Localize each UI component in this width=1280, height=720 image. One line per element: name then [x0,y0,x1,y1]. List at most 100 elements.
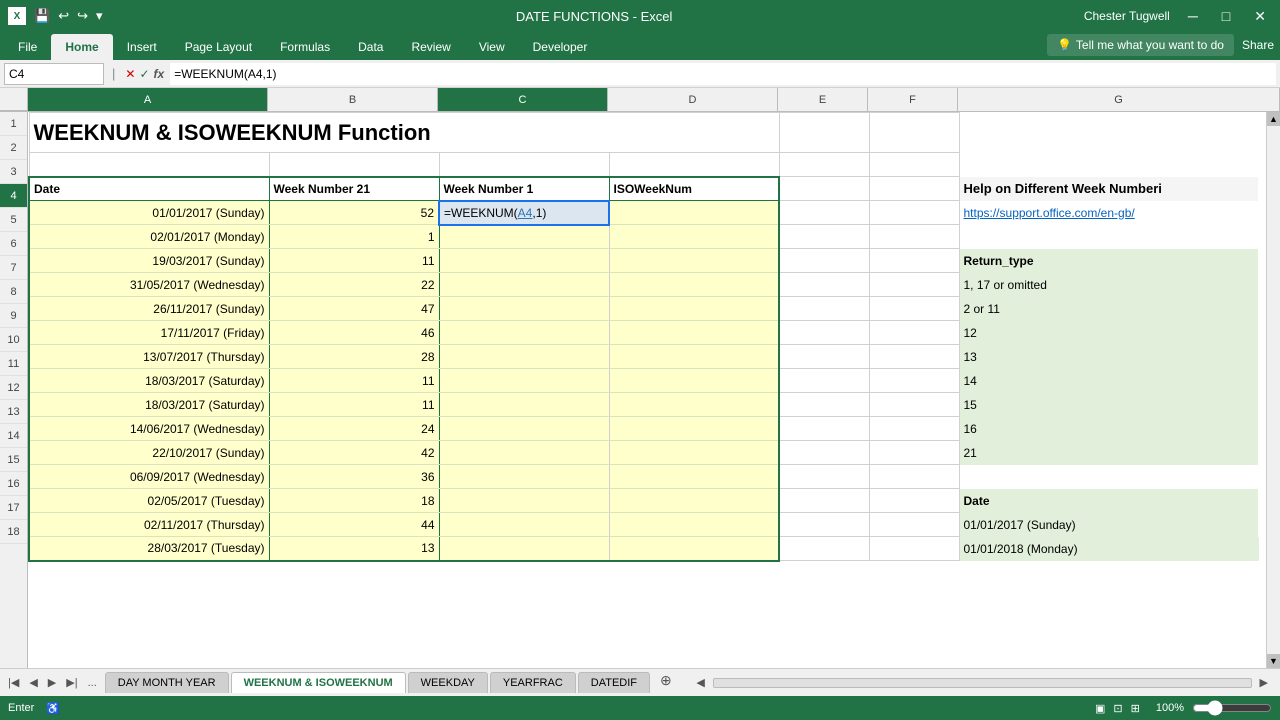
cell-E8[interactable] [779,297,869,321]
cell-G4[interactable]: https://support.office.com/en-gb/ [959,201,1259,225]
cell-A10[interactable]: 13/07/2017 (Thursday) [29,345,269,369]
cell-E6[interactable] [779,249,869,273]
tab-developer[interactable]: Developer [519,34,602,60]
cell-F18[interactable] [869,537,959,561]
cell-D16[interactable] [609,489,779,513]
row-num-13[interactable]: 13 [0,400,27,424]
cell-A13[interactable]: 14/06/2017 (Wednesday) [29,417,269,441]
tab-page-layout[interactable]: Page Layout [171,34,266,60]
cell-E2[interactable] [779,153,869,177]
cell-B3[interactable]: Week Number 21 [269,177,439,201]
cell-D11[interactable] [609,369,779,393]
cell-B2[interactable] [269,153,439,177]
cell-C7[interactable] [439,273,609,297]
cell-C12[interactable] [439,393,609,417]
cell-A17[interactable]: 02/11/2017 (Thursday) [29,513,269,537]
row-num-16[interactable]: 16 [0,472,27,496]
row-num-8[interactable]: 8 [0,280,27,304]
tab-review[interactable]: Review [397,34,464,60]
cell-E15[interactable] [779,465,869,489]
row-num-7[interactable]: 7 [0,256,27,280]
sheet-tab-weeknum[interactable]: WEEKNUM & ISOWEEKNUM [231,672,406,693]
cell-F10[interactable] [869,345,959,369]
cell-C6[interactable] [439,249,609,273]
cell-D13[interactable] [609,417,779,441]
cell-G13[interactable]: 16 [959,417,1259,441]
tab-data[interactable]: Data [344,34,397,60]
cell-G8[interactable]: 2 or 11 [959,297,1259,321]
row-num-5[interactable]: 5 [0,208,27,232]
tell-me-input[interactable]: 💡 Tell me what you want to do [1047,34,1234,56]
cell-D2[interactable] [609,153,779,177]
cell-G5[interactable] [959,225,1259,249]
cell-C2[interactable] [439,153,609,177]
cell-F1[interactable] [869,113,959,153]
cell-B8[interactable]: 47 [269,297,439,321]
cell-A16[interactable]: 02/05/2017 (Tuesday) [29,489,269,513]
cell-E10[interactable] [779,345,869,369]
row-num-18[interactable]: 18 [0,520,27,544]
cell-C13[interactable] [439,417,609,441]
cell-D14[interactable] [609,441,779,465]
cell-C14[interactable] [439,441,609,465]
row-num-4[interactable]: 4 [0,184,27,208]
cell-B18[interactable]: 13 [269,537,439,561]
cell-B14[interactable]: 42 [269,441,439,465]
cell-G1[interactable] [959,113,1259,153]
cell-A6[interactable]: 19/03/2017 (Sunday) [29,249,269,273]
save-button[interactable]: 💾 [32,6,52,26]
cell-D18[interactable] [609,537,779,561]
last-sheet-button[interactable]: ▶| [62,674,81,691]
normal-view-button[interactable]: ▣ [1095,702,1105,715]
row-num-12[interactable]: 12 [0,376,27,400]
cell-B17[interactable]: 44 [269,513,439,537]
cell-B4[interactable]: 52 [269,201,439,225]
cell-E16[interactable] [779,489,869,513]
cell-C18[interactable] [439,537,609,561]
cell-B10[interactable]: 28 [269,345,439,369]
cell-G14[interactable]: 21 [959,441,1259,465]
cell-B5[interactable]: 1 [269,225,439,249]
tab-view[interactable]: View [465,34,519,60]
cell-E3[interactable] [779,177,869,201]
cell-C10[interactable] [439,345,609,369]
cell-B6[interactable]: 11 [269,249,439,273]
cell-E5[interactable] [779,225,869,249]
row-num-15[interactable]: 15 [0,448,27,472]
row-num-11[interactable]: 11 [0,352,27,376]
cell-A7[interactable]: 31/05/2017 (Wednesday) [29,273,269,297]
cell-B16[interactable]: 18 [269,489,439,513]
cell-F8[interactable] [869,297,959,321]
tab-insert[interactable]: Insert [113,34,171,60]
add-sheet-button[interactable]: ⊕ [652,672,680,693]
more-sheets-button[interactable]: ... [84,675,101,691]
cell-C4[interactable]: =WEEKNUM(A4,1) [439,201,609,225]
row-num-6[interactable]: 6 [0,232,27,256]
cell-E1[interactable] [779,113,869,153]
row-num-3[interactable]: 3 [0,160,27,184]
col-header-F[interactable]: F [868,88,958,111]
cell-F2[interactable] [869,153,959,177]
cell-C16[interactable] [439,489,609,513]
cell-E9[interactable] [779,321,869,345]
cell-C8[interactable] [439,297,609,321]
cell-G18[interactable]: 01/01/2018 (Monday) [959,537,1259,561]
cell-D9[interactable] [609,321,779,345]
cell-F12[interactable] [869,393,959,417]
cell-G17[interactable]: 01/01/2017 (Sunday) [959,513,1259,537]
cell-G11[interactable]: 14 [959,369,1259,393]
cell-E17[interactable] [779,513,869,537]
col-header-D[interactable]: D [608,88,778,111]
cell-A4[interactable]: 01/01/2017 (Sunday) [29,201,269,225]
row-num-17[interactable]: 17 [0,496,27,520]
cell-C11[interactable] [439,369,609,393]
next-sheet-button[interactable]: ▶ [44,674,60,691]
scroll-right-button[interactable]: ▶ [1256,676,1272,689]
row-num-14[interactable]: 14 [0,424,27,448]
cell-D15[interactable] [609,465,779,489]
cell-A14[interactable]: 22/10/2017 (Sunday) [29,441,269,465]
cell-D10[interactable] [609,345,779,369]
cell-F14[interactable] [869,441,959,465]
zoom-slider[interactable] [1192,702,1272,714]
cell-A9[interactable]: 17/11/2017 (Friday) [29,321,269,345]
